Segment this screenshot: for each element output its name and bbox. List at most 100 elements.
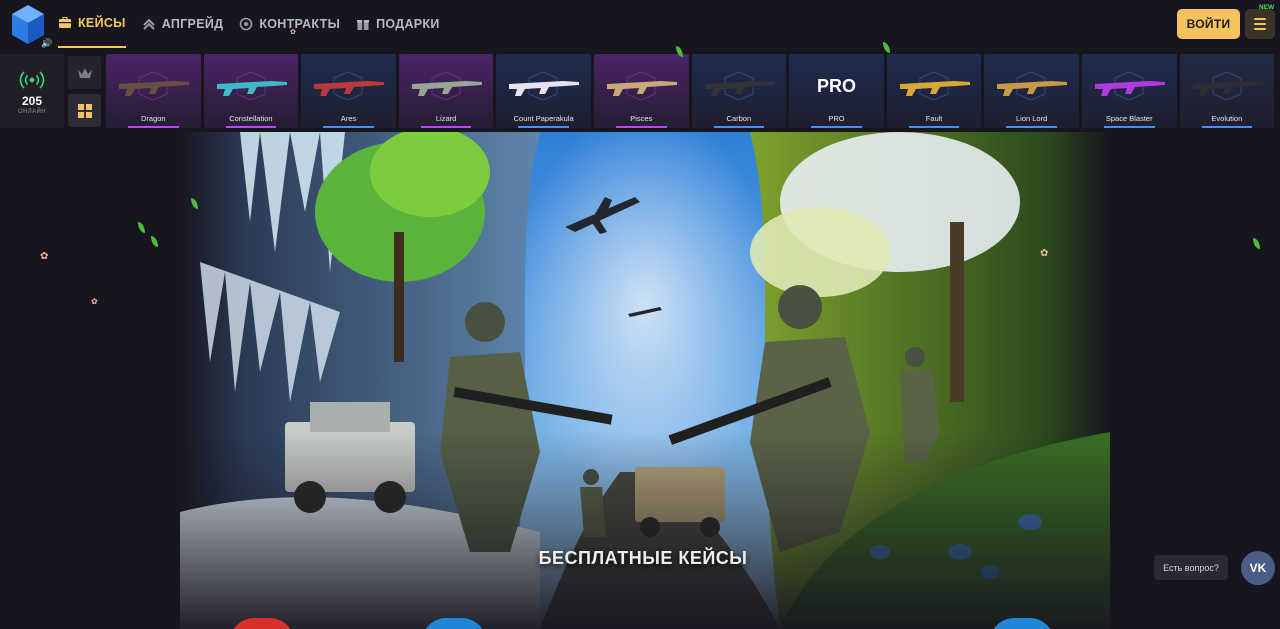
- live-drop-card[interactable]: Dragon: [106, 54, 201, 128]
- weapon-body: [411, 81, 482, 96]
- rarity-bar: [1006, 126, 1057, 128]
- live-drop-card[interactable]: PRO PRO: [789, 54, 884, 128]
- rarity-bar: [811, 126, 862, 128]
- main-nav: КЕЙСЫ АПГРЕЙД КОНТРАКТЫ ПОДАРКИ: [58, 0, 456, 50]
- live-drop-card[interactable]: Evolution: [1179, 54, 1275, 128]
- pro-logo-icon: PRO: [817, 76, 856, 96]
- live-drop-name: Pisces: [630, 114, 653, 123]
- weapon-skin-icon: [1192, 72, 1263, 100]
- live-drop-card[interactable]: Lion Lord: [984, 54, 1079, 128]
- vk-button[interactable]: VK: [1241, 551, 1275, 585]
- live-drop-name: Fault: [925, 114, 943, 123]
- gift-icon: [357, 20, 370, 30]
- rarity-bar: [713, 126, 765, 128]
- top-drops-button[interactable]: [68, 56, 101, 89]
- top-header: 🔊 КЕЙСЫ АПГРЕЙД КОНТРАКТЫ ПОДАРКИ ВОЙТИ …: [0, 0, 1280, 50]
- nav-contracts-label: КОНТРАКТЫ: [259, 17, 341, 31]
- rarity-bar: [128, 126, 179, 128]
- rarity-bar: [1103, 126, 1155, 128]
- hero-title: БЕСПЛАТНЫЕ КЕЙСЫ: [538, 548, 748, 568]
- crown-icon: [77, 67, 92, 78]
- weapon-skin-icon: [1094, 72, 1165, 100]
- weapon-skin-icon: [606, 72, 677, 100]
- nav-contracts[interactable]: КОНТРАКТЫ: [239, 0, 340, 48]
- help-bubble[interactable]: Есть вопрос?: [1154, 555, 1228, 580]
- rarity-bar: [518, 126, 569, 128]
- petal-icon: ✿: [1040, 248, 1049, 259]
- weapon-body: [899, 81, 970, 96]
- petal-icon: ✿: [290, 29, 296, 36]
- live-drop-card[interactable]: Count Paperakula: [496, 54, 591, 128]
- nav-upgrade[interactable]: АПГРЕЙД: [142, 0, 224, 48]
- leaf-icon: [138, 222, 145, 233]
- rarity-bar: [1201, 126, 1253, 128]
- rarity-bar: [615, 126, 667, 128]
- leaf-icon: [151, 236, 158, 247]
- live-drop-name: Constellation: [229, 114, 273, 123]
- weapon-skin-icon: [314, 72, 385, 100]
- weapon-skin-icon: [216, 72, 287, 100]
- live-drop-name: Carbon: [726, 114, 752, 123]
- rarity-bar: [420, 126, 472, 128]
- live-drop-name: Count Paperakula: [513, 114, 574, 123]
- live-drop-card[interactable]: Pisces: [593, 54, 689, 128]
- weapon-skin-icon: [997, 72, 1068, 100]
- weapon-body: [1094, 81, 1165, 96]
- live-drop-card[interactable]: Constellation: [203, 54, 299, 128]
- menu-icon-line: [1254, 23, 1266, 25]
- all-drops-button[interactable]: [68, 94, 101, 127]
- weapon-skin-icon: [509, 72, 580, 100]
- weapon-body: [119, 81, 189, 96]
- live-drop-name: Dragon: [140, 114, 166, 123]
- weapon-skin-icon: [411, 72, 482, 100]
- petal-icon: ✿: [91, 297, 98, 306]
- nav-cases[interactable]: КЕЙСЫ: [58, 0, 126, 48]
- live-drop-card[interactable]: Fault: [886, 54, 982, 128]
- rarity-bar: [323, 126, 374, 128]
- nav-gifts-label: ПОДАРКИ: [376, 17, 440, 31]
- case-icon: [59, 17, 71, 28]
- weapon-body: [704, 81, 775, 96]
- weapon-body: [997, 81, 1068, 96]
- online-label: ОНЛАЙН: [18, 109, 46, 115]
- live-drop-card[interactable]: Carbon: [691, 54, 787, 128]
- pro-logo-text: PRO: [817, 76, 856, 96]
- weapon-body: [1192, 81, 1263, 96]
- weapon-body: [509, 81, 580, 96]
- weapon-body: [216, 81, 287, 96]
- new-badge: NEW: [1259, 4, 1275, 11]
- live-drop-card[interactable]: Lizard: [398, 54, 494, 128]
- live-drop-name: Lion Lord: [1016, 114, 1048, 123]
- nav-cases-label: КЕЙСЫ: [78, 16, 126, 30]
- live-drop-name: Lizard: [435, 114, 457, 123]
- weapon-skin-icon: [119, 72, 189, 100]
- nav-gifts[interactable]: ПОДАРКИ: [356, 0, 440, 48]
- rarity-bar: [225, 126, 277, 128]
- rarity-bar: [908, 126, 960, 128]
- online-counter: 205 ОНЛАЙН: [0, 54, 64, 128]
- live-drop-name: PRO: [828, 114, 845, 123]
- live-drop-name: Evolution: [1211, 114, 1243, 123]
- live-drop-card[interactable]: Space Blaster: [1081, 54, 1177, 128]
- live-drops-strip: Dragon Constellation Ares Lizard Count Paper…: [106, 54, 1275, 128]
- live-drop-name: Space Blaster: [1105, 114, 1153, 123]
- weapon-body: [314, 81, 385, 96]
- contract-icon: [240, 17, 253, 31]
- menu-icon-line: [1254, 18, 1266, 20]
- leaf-icon: [1253, 238, 1260, 249]
- menu-icon-line: [1254, 28, 1266, 30]
- upgrade-icon: [143, 18, 155, 30]
- online-count: 205: [21, 94, 43, 108]
- menu-button[interactable]: [1245, 9, 1275, 39]
- signal-icon: [19, 71, 45, 89]
- sound-icon[interactable]: 🔊: [41, 38, 52, 49]
- grid-icon: [77, 103, 92, 118]
- vk-icon: VK: [1249, 561, 1267, 575]
- live-drop-card[interactable]: Ares: [301, 54, 396, 128]
- login-button[interactable]: ВОЙТИ: [1177, 9, 1240, 39]
- petal-icon: ✿: [40, 251, 49, 262]
- nav-upgrade-label: АПГРЕЙД: [161, 17, 224, 31]
- weapon-skin-icon: [704, 72, 775, 100]
- weapon-skin-icon: [899, 72, 970, 100]
- live-drop-name: Ares: [340, 114, 357, 123]
